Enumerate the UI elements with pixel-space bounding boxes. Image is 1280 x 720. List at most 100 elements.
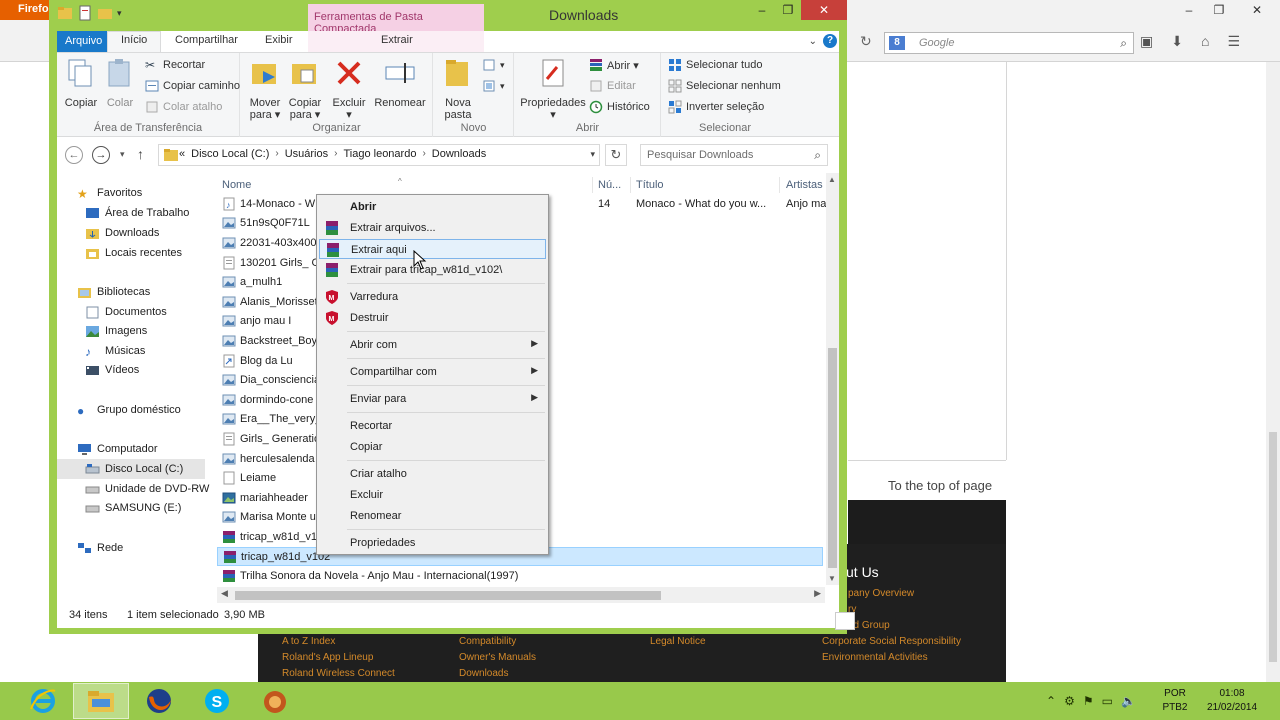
invert-selection-button[interactable]: Inverter seleção [668,100,764,114]
taskbar-file-explorer[interactable] [73,683,129,719]
new-folder-icon[interactable] [97,5,113,21]
to-top-link[interactable]: To the top of page [888,478,992,493]
chevron-down-icon[interactable]: ⌄ [809,36,817,47]
nav-item-pictures[interactable]: Imagens [85,321,147,341]
firefox-search-box[interactable]: 8 Google ⌕ [884,32,1134,54]
reload-icon[interactable]: ↻ [860,33,872,50]
bookmark-icon[interactable]: ▣ [1140,33,1153,50]
nav-item-local-disk[interactable]: Disco Local (C:) [85,459,183,479]
paste-shortcut-button[interactable]: Colar atalho [145,100,222,114]
firefox-maximize-button[interactable]: ❐ [1204,0,1234,20]
menu-item-abrir[interactable]: Abrir [319,197,546,217]
scroll-left-icon[interactable]: ◀ [221,588,228,599]
menu-item-criar-atalho[interactable]: Criar atalho [319,464,546,484]
footer-link[interactable]: Roland's App Lineup [282,652,373,663]
address-bar[interactable]: « Disco Local (C:) › Usuários › Tiago le… [158,144,600,166]
footer-link[interactable]: Compatibility [459,636,516,647]
nav-item-desktop[interactable]: Área de Trabalho [85,203,189,223]
menu-item-destruir[interactable]: M Destruir [319,308,546,328]
tab-compartilhar[interactable]: Compartilhar [175,34,238,46]
history-button[interactable]: Histórico [589,100,650,114]
menu-item-extrair-para[interactable]: Extrair para tricap_w81d_v102\ [319,260,546,280]
menu-item-extrair-aqui[interactable]: Extrair aqui [319,239,546,259]
menu-item-renomear[interactable]: Renomear [319,506,546,526]
nav-item-computer[interactable]: Computador [77,439,158,459]
scroll-down-icon[interactable]: ▼ [828,574,836,583]
back-icon[interactable]: ← [65,146,83,164]
edit-button[interactable]: Editar [589,79,636,93]
delete-button[interactable]: Excluir ▾ [329,57,369,121]
nav-item-favoritos[interactable]: ★ Favoritos [77,183,142,203]
column-header-title[interactable]: Título [636,179,664,191]
footer-link[interactable]: pany Overview [848,588,914,599]
nav-item-videos[interactable]: Vídeos [85,360,139,380]
menu-item-varredura[interactable]: M Varredura [319,287,546,307]
help-icon[interactable]: ? [823,34,837,48]
nav-item-recent[interactable]: Locais recentes [85,243,182,263]
firefox-app-button[interactable]: Firefo [0,0,56,20]
breadcrumb-item[interactable]: Usuários [285,148,328,160]
rename-button[interactable]: Renomear [373,57,427,109]
copy-to-button[interactable]: Copiar para ▾ [287,57,323,121]
volume-icon[interactable]: 🔈 [1121,694,1136,708]
tab-inicio[interactable]: Início [121,34,147,46]
column-divider[interactable] [630,177,631,193]
scrollbar-thumb[interactable] [828,348,837,568]
properties-icon[interactable] [77,5,93,21]
menu-item-recortar[interactable]: Recortar [319,416,546,436]
footer-link[interactable]: Downloads [459,668,508,679]
file-row[interactable]: Trilha Sonora da Novela - Anjo Mau - Int… [217,566,823,586]
firefox-close-button[interactable]: ✕ [1234,0,1280,20]
scroll-right-icon[interactable]: ▶ [814,588,821,599]
scroll-up-icon[interactable]: ▲ [828,175,836,184]
move-to-button[interactable]: Mover para ▾ [247,57,283,121]
scrollbar-thumb[interactable] [1269,432,1277,662]
search-icon[interactable]: ⌕ [1120,36,1127,51]
footer-link[interactable]: Roland Wireless Connect [282,668,395,679]
cut-button[interactable]: ✂ Recortar [145,58,205,72]
title-bar[interactable]: ▾ Ferramentas de Pasta Compactada Downlo… [49,0,847,35]
menu-item-excluir[interactable]: Excluir [319,485,546,505]
new-folder-button[interactable]: Nova pasta [440,57,476,121]
flag-icon[interactable]: ⚑ [1083,694,1094,708]
nav-item-libraries[interactable]: Bibliotecas [77,282,150,302]
up-arrow-icon[interactable]: ↑ [137,146,144,162]
clock[interactable]: 01:08 21/02/2014 [1196,687,1268,715]
large-icons-view-icon[interactable] [835,612,855,630]
nav-item-downloads[interactable]: Downloads [85,223,159,243]
customize-toolbar-icon[interactable]: ▾ [117,8,122,19]
forward-icon[interactable]: → [92,146,110,164]
recent-locations-icon[interactable]: ▾ [120,149,125,160]
refresh-icon[interactable]: ↻ [605,144,627,166]
chevron-down-icon[interactable]: ▾ [590,149,595,160]
search-icon[interactable]: ⌕ [814,148,821,163]
breadcrumb-item[interactable]: Disco Local (C:) [191,148,269,160]
taskbar-app[interactable] [247,683,303,719]
chevron-right-icon[interactable]: › [275,148,278,160]
network-activity-icon[interactable]: ⚙ [1064,694,1075,708]
menu-item-propriedades[interactable]: Propriedades [319,533,546,553]
paste-button[interactable]: Colar [103,57,137,109]
menu-icon[interactable]: ☰ [1227,33,1240,50]
new-item-button[interactable]: ▾ [482,58,505,72]
chevron-up-icon[interactable]: ⌃ [1046,694,1056,708]
vertical-scrollbar[interactable]: ▲ ▼ [826,173,839,585]
column-header-artists[interactable]: Artistas [786,179,823,191]
column-header-name[interactable]: Nome [222,179,251,191]
menu-item-compartilhar-com[interactable]: Compartilhar com ▶ [319,362,546,382]
menu-item-enviar-para[interactable]: Enviar para ▶ [319,389,546,409]
nav-item-dvd[interactable]: Unidade de DVD-RW [85,479,209,499]
open-button[interactable]: Abrir ▾ [589,58,639,72]
maximize-button[interactable]: ❐ [775,0,801,20]
breadcrumb-overflow[interactable]: « [179,148,185,160]
taskbar-skype[interactable]: S [189,683,245,719]
scrollbar-thumb[interactable] [235,591,661,600]
language-indicator[interactable]: POR PTB2 [1158,687,1192,715]
breadcrumb-item[interactable]: Downloads [432,148,486,160]
footer-link[interactable]: Owner's Manuals [459,652,536,663]
chevron-right-icon[interactable]: › [334,148,337,160]
menu-item-extrair-arquivos[interactable]: Extrair arquivos... [319,218,546,238]
firefox-scrollbar[interactable] [1266,62,1280,682]
easy-access-button[interactable]: ▾ [482,79,505,93]
taskbar-internet-explorer[interactable] [15,683,71,719]
